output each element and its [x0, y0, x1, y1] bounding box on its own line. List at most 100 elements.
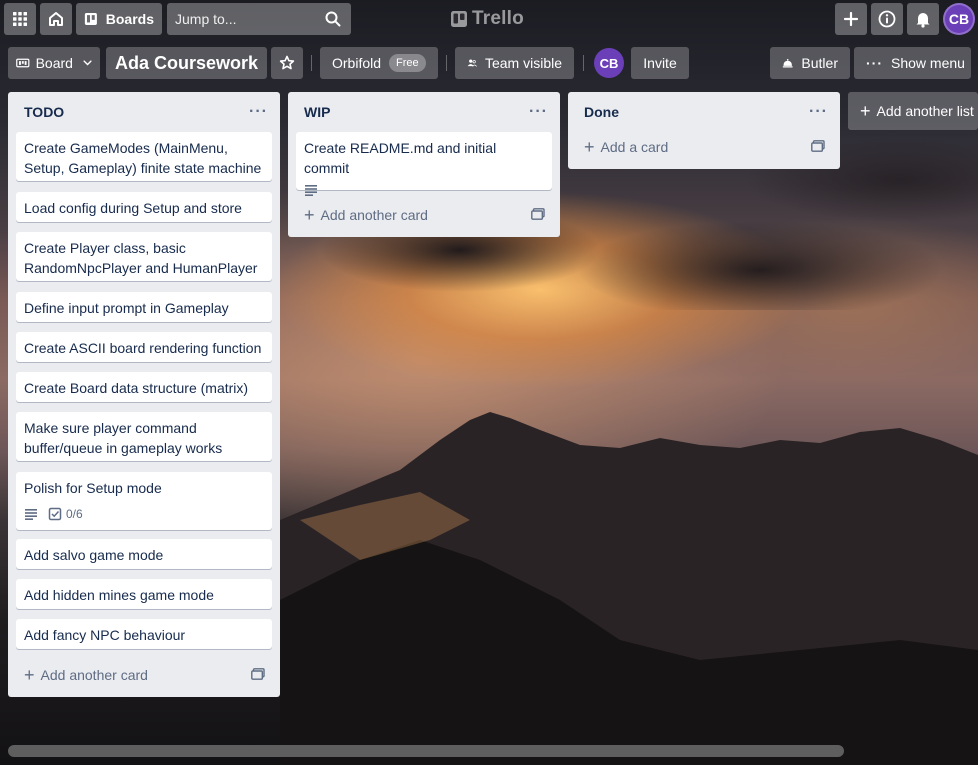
workspace-button[interactable]: Orbifold Free [320, 47, 438, 79]
team-visibility-icon [467, 59, 477, 67]
plus-icon [843, 11, 859, 27]
search-input[interactable]: Jump to... [167, 3, 351, 35]
checklist-count: 0/6 [66, 507, 83, 521]
list-menu-icon[interactable]: ··· [529, 103, 548, 121]
butler-button[interactable]: Butler [770, 47, 850, 79]
list-title[interactable]: WIP [304, 104, 330, 120]
card-title: Make sure player command buffer/queue in… [24, 420, 223, 456]
invite-label: Invite [643, 55, 677, 71]
plus-icon: + [860, 100, 871, 121]
boards-button[interactable]: Boards [76, 3, 162, 35]
plus-icon: + [304, 205, 315, 225]
card-title: Add hidden mines game mode [24, 587, 214, 603]
user-avatar[interactable]: CB [943, 3, 975, 35]
header-divider [446, 55, 447, 71]
card-title: Create Board data structure (matrix) [24, 380, 249, 396]
card-badges [304, 184, 544, 196]
search-icon [325, 11, 341, 27]
star-button[interactable] [271, 47, 303, 79]
list-done: Done ··· + Add a card [568, 92, 840, 169]
boards-icon [84, 12, 97, 26]
star-icon [279, 55, 295, 70]
card[interactable]: Create ASCII board rendering function [16, 332, 272, 362]
board-view-switcher[interactable]: Board [8, 47, 100, 79]
apps-grid-button[interactable] [4, 3, 36, 35]
list-header: WIP ··· [288, 92, 560, 132]
add-list-label: Add another list [876, 103, 974, 119]
add-card-label: Add another card [320, 207, 428, 223]
info-button[interactable] [871, 3, 903, 35]
card-template-icon[interactable] [251, 668, 265, 680]
card-title: Create README.md and initial commit [304, 140, 497, 176]
workspace-plan-badge: Free [389, 54, 426, 72]
logo-text: Trello [472, 8, 524, 29]
more-dots-icon: ··· [866, 55, 883, 71]
description-icon [305, 185, 317, 196]
list-todo: TODO ··· Create GameModes (MainMenu, Set… [8, 92, 280, 697]
list-menu-icon[interactable]: ··· [249, 103, 268, 121]
visibility-button[interactable]: Team visible [455, 47, 574, 79]
card[interactable]: Polish for Setup mode 0/6 [16, 472, 272, 530]
show-menu-label: Show menu [891, 55, 965, 71]
board-title[interactable]: Ada Coursework [106, 47, 267, 79]
card[interactable]: Create Board data structure (matrix) [16, 372, 272, 402]
card-title: Create Player class, basic RandomNpcPlay… [24, 240, 258, 276]
card-template-icon[interactable] [811, 140, 825, 152]
card[interactable]: Define input prompt in Gameplay [16, 292, 272, 322]
card[interactable]: Create GameModes (MainMenu, Setup, Gamep… [16, 132, 272, 181]
card[interactable]: Create Player class, basic RandomNpcPlay… [16, 232, 272, 281]
horizontal-scrollbar-thumb[interactable] [8, 745, 844, 757]
visibility-label: Team visible [484, 55, 562, 71]
boards-label: Boards [105, 11, 154, 27]
list-title[interactable]: TODO [24, 104, 64, 120]
card-title: Load config during Setup and store [24, 200, 242, 216]
workspace-name: Orbifold [332, 55, 382, 71]
checklist-icon [48, 507, 62, 521]
card[interactable]: Add fancy NPC behaviour [16, 619, 272, 649]
card[interactable]: Add hidden mines game mode [16, 579, 272, 609]
app-header: Boards Jump to... Trello CB [0, 0, 978, 38]
list-menu-icon[interactable]: ··· [809, 103, 828, 121]
add-card-button[interactable]: + Add a card [576, 133, 776, 161]
trello-logo[interactable]: Trello [450, 8, 524, 30]
description-icon [25, 509, 37, 520]
list-title[interactable]: Done [584, 104, 619, 120]
apps-grid-icon [13, 12, 27, 26]
info-icon [878, 10, 896, 28]
add-card-label: Add another card [40, 667, 148, 683]
list-wip: WIP ··· Create README.md and initial com… [288, 92, 560, 237]
add-card-button[interactable]: + Add another card [296, 201, 496, 229]
board-view-label: Board [35, 55, 73, 71]
card[interactable]: Create README.md and initial commit [296, 132, 552, 196]
header-divider [583, 55, 584, 71]
trello-logo-icon [451, 11, 467, 27]
add-card-button[interactable]: + Add another card [16, 661, 216, 689]
user-avatar-initials: CB [948, 11, 970, 27]
search-placeholder: Jump to... [175, 11, 237, 27]
butler-bell-icon [782, 59, 793, 68]
chevron-down-icon [83, 60, 92, 66]
butler-label: Butler [801, 55, 838, 71]
card-template-icon[interactable] [531, 208, 545, 220]
card-title: Add salvo game mode [24, 547, 164, 563]
board-header: Board Ada Coursework Orbifold Free Team … [0, 44, 978, 82]
board-view-icon [16, 58, 30, 68]
card[interactable]: Add salvo game mode [16, 539, 272, 569]
card-title: Create ASCII board rendering function [24, 340, 262, 356]
board-member-avatar[interactable]: CB [594, 48, 624, 78]
card[interactable]: Load config during Setup and store [16, 192, 272, 222]
add-list-button[interactable]: + Add another list [848, 92, 978, 130]
card-title: Create GameModes (MainMenu, Setup, Gamep… [24, 140, 262, 176]
invite-button[interactable]: Invite [631, 47, 689, 79]
plus-icon: + [24, 665, 35, 685]
card-title: Add fancy NPC behaviour [24, 627, 186, 643]
notifications-button[interactable] [907, 3, 939, 35]
home-button[interactable] [40, 3, 72, 35]
bell-icon [916, 13, 930, 28]
show-menu-button[interactable]: ··· Show menu [854, 47, 971, 79]
card-badges: 0/6 [24, 504, 264, 524]
card[interactable]: Make sure player command buffer/queue in… [16, 412, 272, 461]
board-title-text: Ada Coursework [114, 52, 259, 73]
create-button[interactable] [835, 3, 867, 35]
add-card-label: Add a card [600, 139, 669, 155]
